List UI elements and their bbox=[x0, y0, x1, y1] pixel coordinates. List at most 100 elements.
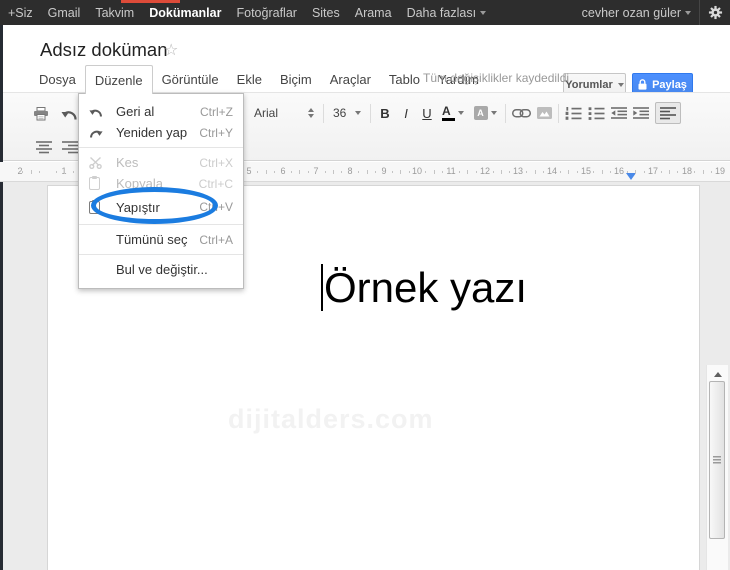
menu-item-select-all[interactable]: Tümünü seç Ctrl+A bbox=[79, 229, 243, 250]
arrow-up-icon bbox=[713, 371, 722, 377]
ruler-tick bbox=[703, 170, 704, 174]
align-left-button[interactable] bbox=[655, 102, 681, 124]
gear-icon bbox=[708, 5, 722, 20]
edit-menu-dropdown: Geri al Ctrl+Z Yeniden yap Ctrl+Y Kes Ct… bbox=[78, 93, 244, 289]
indent-button[interactable] bbox=[633, 107, 649, 119]
print-button[interactable] bbox=[33, 107, 49, 121]
underline-button[interactable]: U bbox=[419, 106, 435, 121]
menu-separator bbox=[79, 224, 243, 225]
menu-view[interactable]: Görüntüle bbox=[153, 65, 228, 93]
image-icon bbox=[537, 107, 552, 119]
text-color-button[interactable]: A bbox=[441, 105, 465, 121]
align-center-button[interactable] bbox=[36, 140, 52, 154]
settings-button[interactable] bbox=[699, 0, 730, 25]
undo-button[interactable] bbox=[61, 107, 78, 121]
ruler-tick bbox=[442, 171, 443, 173]
document-header: Adsız doküman ☆ Yorumlar Paylaş bbox=[0, 25, 730, 96]
highlight-color-icon: A bbox=[473, 106, 488, 120]
nav-gmail[interactable]: Gmail bbox=[48, 6, 81, 20]
align-right-icon bbox=[62, 140, 78, 153]
undo-icon bbox=[61, 111, 77, 120]
ruler-tick bbox=[669, 170, 670, 174]
star-icon[interactable]: ☆ bbox=[164, 40, 178, 59]
ruler-tick bbox=[400, 170, 401, 174]
align-right-button[interactable] bbox=[62, 140, 78, 154]
undo-icon bbox=[89, 106, 116, 118]
vertical-scrollbar[interactable] bbox=[706, 365, 728, 570]
text-cursor bbox=[321, 264, 323, 311]
menu-insert[interactable]: Ekle bbox=[228, 65, 271, 93]
font-family-dropdown[interactable]: Arial bbox=[251, 102, 317, 124]
paste-icon bbox=[89, 199, 116, 214]
menu-file[interactable]: Dosya bbox=[30, 65, 85, 93]
insert-link-button[interactable] bbox=[512, 108, 531, 118]
redo-icon bbox=[89, 127, 116, 139]
scroll-up-button[interactable] bbox=[707, 367, 728, 381]
ruler-tick bbox=[694, 171, 695, 173]
numbered-list-icon bbox=[565, 106, 582, 120]
ruler-tick bbox=[425, 171, 426, 173]
bold-button[interactable]: B bbox=[377, 106, 393, 121]
scrollbar-thumb[interactable] bbox=[709, 381, 725, 539]
ruler-tick bbox=[73, 171, 74, 173]
ruler-tick bbox=[325, 171, 326, 173]
menu-format[interactable]: Biçim bbox=[271, 65, 321, 93]
outdent-button[interactable] bbox=[611, 107, 627, 119]
ruler-tick bbox=[375, 171, 376, 173]
ruler-tick bbox=[467, 170, 468, 174]
ruler-tick bbox=[64, 170, 65, 174]
menu-item-find-replace[interactable]: Bul ve değiştir... bbox=[79, 259, 243, 280]
font-size-dropdown[interactable]: 36 bbox=[330, 102, 364, 124]
google-docs-window: +Siz Gmail Takvim Dokümanlar Fotoğraflar… bbox=[0, 0, 730, 570]
menu-bar: Dosya Düzenle Görüntüle Ekle Biçim Araçl… bbox=[0, 65, 730, 94]
ruler-tick bbox=[434, 170, 435, 174]
align-left-icon bbox=[660, 106, 676, 119]
menu-separator bbox=[79, 147, 243, 148]
nav-documents[interactable]: Dokümanlar bbox=[149, 6, 221, 20]
ruler-tick bbox=[341, 171, 342, 173]
nav-sites[interactable]: Sites bbox=[312, 6, 340, 20]
watermark-text: dijitalders.com bbox=[228, 404, 434, 434]
insert-image-button[interactable] bbox=[537, 107, 552, 119]
ruler-indent-marker[interactable] bbox=[626, 173, 636, 180]
menu-edit[interactable]: Düzenle bbox=[84, 65, 153, 94]
menu-table[interactable]: Tablo bbox=[380, 65, 429, 93]
topbar-right: cevher ozan güler bbox=[582, 0, 730, 25]
save-status-text: Tüm değişiklikler kaydedildi bbox=[423, 71, 570, 85]
menu-tools[interactable]: Araçlar bbox=[321, 65, 380, 93]
ruler-tick bbox=[568, 170, 569, 174]
bulleted-list-button[interactable] bbox=[588, 106, 605, 120]
ruler-number: 12 bbox=[479, 166, 490, 176]
ruler-number: 10 bbox=[411, 166, 422, 176]
ruler-number: 14 bbox=[546, 166, 557, 176]
ruler-number: 18 bbox=[681, 166, 692, 176]
ruler-tick bbox=[459, 171, 460, 173]
highlight-color-button[interactable]: A bbox=[471, 106, 499, 120]
ruler-tick bbox=[560, 171, 561, 173]
outdent-icon bbox=[611, 107, 627, 119]
menu-item-undo[interactable]: Geri al Ctrl+Z bbox=[79, 101, 243, 122]
ruler-tick bbox=[367, 170, 368, 174]
nav-calendar[interactable]: Takvim bbox=[95, 6, 134, 20]
ruler-tick bbox=[677, 171, 678, 173]
italic-button[interactable]: I bbox=[399, 106, 413, 121]
menu-separator bbox=[79, 254, 243, 255]
chevron-down-icon bbox=[458, 111, 464, 115]
nav-more[interactable]: Daha fazlası bbox=[407, 6, 487, 20]
ruler-tick bbox=[39, 171, 40, 173]
document-title[interactable]: Adsız doküman bbox=[40, 39, 168, 61]
menu-item-redo[interactable]: Yeniden yap Ctrl+Y bbox=[79, 122, 243, 143]
ruler-tick bbox=[257, 171, 258, 173]
nav-photos[interactable]: Fotoğraflar bbox=[236, 6, 296, 20]
account-menu[interactable]: cevher ozan güler bbox=[582, 6, 691, 20]
numbered-list-button[interactable] bbox=[565, 106, 582, 120]
nav-search[interactable]: Arama bbox=[355, 6, 392, 20]
nav-plus-you[interactable]: +Siz bbox=[8, 6, 33, 20]
menu-item-copy: Kopyala Ctrl+C bbox=[79, 173, 243, 194]
ruler-tick bbox=[535, 170, 536, 174]
ruler-tick bbox=[22, 171, 23, 173]
chevron-down-icon bbox=[480, 11, 487, 16]
ruler-number: 19 bbox=[714, 166, 725, 176]
ruler-tick bbox=[409, 171, 410, 173]
menu-item-paste[interactable]: Yapıştır Ctrl+V bbox=[79, 194, 243, 220]
